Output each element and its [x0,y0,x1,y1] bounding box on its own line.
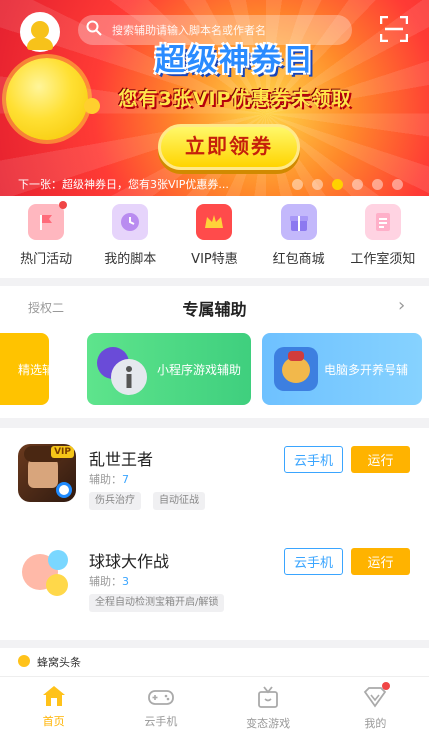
game-icon: VIP [18,444,76,502]
gamepad-icon [147,690,174,705]
quick-nav-red-packet-mall[interactable]: 红包商城 [258,204,340,278]
assist-card-featured[interactable]: 精选辅助 [0,333,49,405]
clock-icon [112,204,149,240]
assist-card-label: 电脑多开养号辅 [324,362,409,377]
chevron-right-icon[interactable]: › [398,295,405,316]
gold-coin-icon [6,58,88,140]
search-icon [86,20,112,40]
quick-nav-label: 热门活动 [20,252,73,267]
avatar-body [27,38,53,50]
quick-nav-my-scripts[interactable]: 我的脚本 [89,204,171,278]
quick-nav-hot-events[interactable]: 热门活动 [5,201,87,278]
assist-card-pc-multi[interactable]: 电脑多开养号辅 [262,333,422,405]
bee-icon [18,655,30,667]
assist-count: 辅助：7 [89,471,129,487]
game-list: VIP 乱世王者 辅助：7 伤兵治疗 自动征战 云手机 运行 球球大作战 辅助：… [0,428,429,640]
scan-icon[interactable] [379,15,409,43]
carousel-dot[interactable] [352,179,363,190]
assist-count: 辅助：3 [89,573,129,589]
avatar-face [31,21,49,39]
tab-label: 变态游戏 [246,717,291,730]
assist-card-label: 小程序游戏辅助 [157,362,242,377]
carousel-indicator [292,179,403,190]
game-name: 球球大作战 [89,552,170,571]
assist-count-label: 辅助： [89,575,122,588]
carousel-dot[interactable] [392,179,403,190]
vip-badge: VIP [51,446,74,458]
carousel-dot[interactable] [372,179,383,190]
exclusive-assist-section: 授权二 专属辅助 › 精选辅助 小程序游戏辅助 电脑多开养号辅 [0,286,429,418]
promo-banner[interactable]: 超级神券日 您有3张VIP优惠券未领取 立即领券 下一张：超级神券日，您有3张V… [0,0,429,196]
mini-program-icon [97,347,147,395]
quick-nav-label: 工作室须知 [350,252,416,267]
flag-icon [28,201,68,240]
assist-count-value: 3 [122,575,129,588]
notification-dot [382,682,391,690]
cloud-phone-button[interactable]: 云手机 [284,548,343,575]
game-icon [274,347,318,391]
quick-nav: 热门活动 我的脚本 VIP特惠 红包商城 工作室须知 [0,196,429,278]
tab-label: 云手机 [144,715,178,728]
assist-count-value: 7 [122,473,129,486]
home-icon [42,686,65,706]
assist-card-mini-program[interactable]: 小程序游戏辅助 [87,333,251,405]
gift-icon [280,204,317,240]
publisher-icon [56,482,72,498]
run-button[interactable]: 运行 [351,548,410,575]
tab-home[interactable]: 首页 [14,677,94,734]
cloud-phone-button[interactable]: 云手机 [284,446,343,473]
carousel-dot[interactable] [292,179,303,190]
avatar[interactable] [20,12,60,52]
tab-profile[interactable]: 我的 [335,677,415,734]
game-name: 乱世王者 [89,450,154,469]
section-title: 专属辅助 [182,300,247,319]
quick-nav-label: 红包商城 [272,252,325,267]
claim-coupon-button[interactable]: 立即领券 [158,124,300,170]
feature-tag: 伤兵治疗 [89,492,141,510]
run-button[interactable]: 运行 [351,446,410,473]
tab-label: 我的 [364,717,387,730]
banner-caption: 下一张：超级神券日，您有3张VIP优惠券... [18,178,229,191]
crown-icon [196,204,233,240]
quick-nav-label: VIP特惠 [191,252,238,267]
quick-nav-vip-deals[interactable]: VIP特惠 [173,204,255,278]
feature-tag: 全程自动检测宝箱开启/解锁 [89,594,225,612]
carousel-dot-active[interactable] [332,179,343,190]
news-bar[interactable]: 蜂窝头条 [0,648,429,676]
quick-nav-studio-notice[interactable]: 工作室须知 [342,204,424,278]
news-label: 蜂窝头条 [37,656,81,669]
tab-cloud-phone[interactable]: 云手机 [121,677,201,734]
assist-card-label: 精选辅助 [18,362,49,377]
tab-label: 首页 [42,715,65,728]
gift-box-icon [258,686,279,708]
assist-count-label: 辅助： [89,473,122,486]
notification-dot [59,201,68,209]
list-item[interactable]: VIP 乱世王者 辅助：7 伤兵治疗 自动征战 云手机 运行 [0,438,429,528]
search-bar[interactable] [78,15,352,45]
tab-modded-games[interactable]: 变态游戏 [228,677,308,734]
feature-tag: 自动征战 [153,492,205,510]
list-item[interactable]: 球球大作战 辅助：3 全程自动检测宝箱开启/解锁 云手机 运行 [0,540,429,630]
document-icon [364,204,401,240]
bottom-tab-bar: 首页 云手机 变态游戏 我的 [0,676,429,734]
carousel-dot[interactable] [312,179,323,190]
quick-nav-label: 我的脚本 [104,252,157,267]
game-icon [18,544,76,602]
banner-subtitle: 您有3张VIP优惠券未领取 [118,88,352,110]
search-input[interactable] [112,23,342,37]
